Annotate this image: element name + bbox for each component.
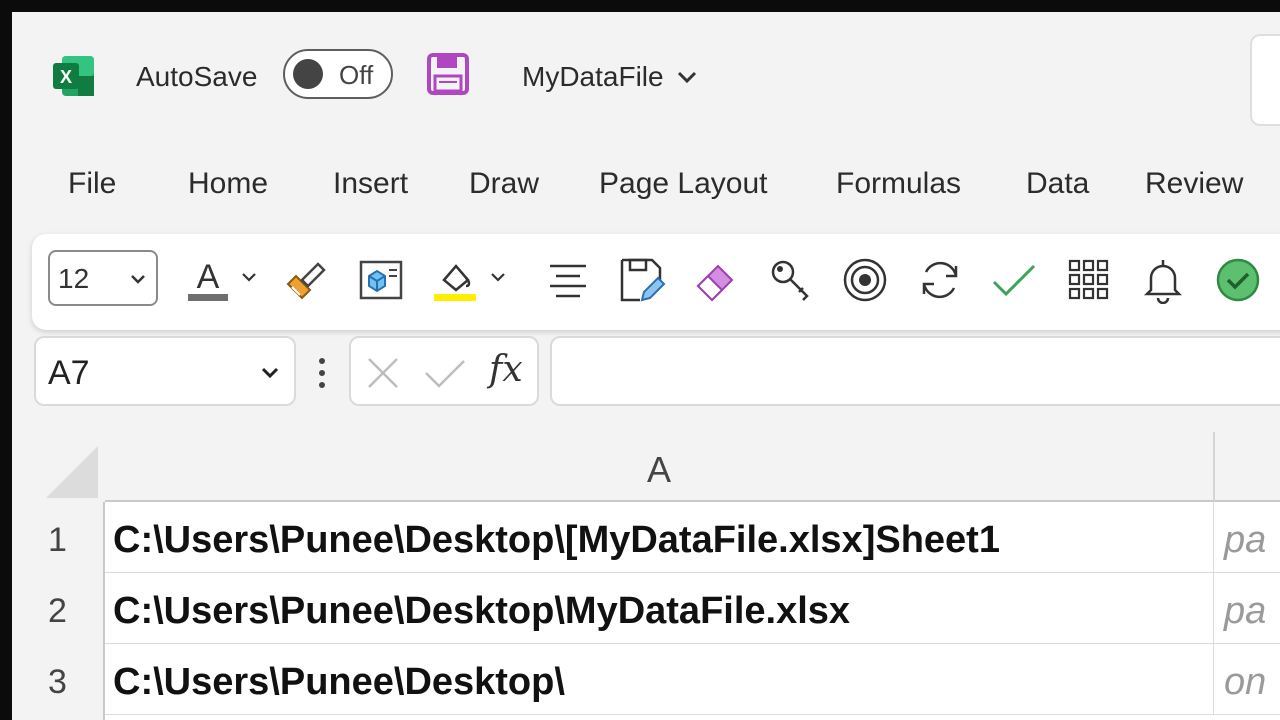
formula-bar: A7 fx xyxy=(12,334,1280,406)
excel-window: X AutoSave Off MyDataFile File Home Inse… xyxy=(12,12,1280,720)
more-options-icon[interactable] xyxy=(316,356,328,390)
spreadsheet-grid: A 1 C:\Users\Punee\Desktop\[MyDataFile.x… xyxy=(12,432,1280,720)
cancel-icon[interactable] xyxy=(365,355,401,391)
row-header[interactable] xyxy=(12,715,105,720)
fill-color-icon[interactable] xyxy=(432,256,480,304)
name-box-value: A7 xyxy=(48,354,90,392)
format-painter-icon[interactable] xyxy=(282,256,330,304)
autosave-toggle[interactable]: Off xyxy=(283,49,393,99)
eraser-icon[interactable] xyxy=(692,256,740,304)
3d-model-icon[interactable] xyxy=(357,256,405,304)
cell-b1[interactable]: pa xyxy=(1213,502,1280,573)
cell-a1[interactable]: C:\Users\Punee\Desktop\[MyDataFile.xlsx]… xyxy=(105,502,1213,573)
search-box[interactable] xyxy=(1250,34,1280,126)
chevron-down-icon[interactable] xyxy=(240,270,258,284)
name-box[interactable]: A7 xyxy=(34,336,296,406)
key-icon[interactable] xyxy=(767,256,815,304)
row-header[interactable]: 3 xyxy=(12,644,105,715)
align-center-icon[interactable] xyxy=(544,256,592,304)
chevron-down-icon xyxy=(131,275,145,284)
font-size-value: 12 xyxy=(58,263,90,294)
autosave-label: AutoSave xyxy=(136,61,258,92)
select-all-triangle-icon xyxy=(46,446,98,498)
toggle-knob xyxy=(293,59,323,89)
tab-draw[interactable]: Draw xyxy=(469,162,539,206)
grid-icon[interactable] xyxy=(1065,256,1113,304)
row-header[interactable]: 1 xyxy=(12,502,105,573)
title-bar: X AutoSave Off MyDataFile xyxy=(12,12,1280,132)
cell-b3[interactable]: on xyxy=(1213,644,1280,715)
formula-input[interactable] xyxy=(550,336,1280,406)
svg-text:A: A xyxy=(197,258,220,296)
ribbon-tabs: File Home Insert Draw Page Layout Formul… xyxy=(12,162,1280,206)
cell-a3[interactable]: C:\Users\Punee\Desktop\ xyxy=(105,644,1213,715)
column-header-b[interactable] xyxy=(1213,432,1280,502)
tab-data[interactable]: Data xyxy=(1026,162,1089,206)
tab-page-layout[interactable]: Page Layout xyxy=(599,162,767,206)
save-as-icon[interactable] xyxy=(618,256,666,304)
approved-icon[interactable] xyxy=(1214,256,1262,304)
cell-b2[interactable]: pa xyxy=(1213,573,1280,644)
filename-dropdown[interactable]: MyDataFile xyxy=(522,61,698,93)
bell-icon[interactable] xyxy=(1139,256,1187,304)
font-size-select[interactable]: 12 xyxy=(48,250,158,306)
tab-file[interactable]: File xyxy=(68,162,116,206)
cell-a2[interactable]: C:\Users\Punee\Desktop\MyDataFile.xlsx xyxy=(105,573,1213,644)
formula-actions: fx xyxy=(349,336,539,406)
svg-text:X: X xyxy=(60,67,72,87)
tab-review[interactable]: Review xyxy=(1145,162,1243,206)
column-header-a[interactable]: A xyxy=(105,432,1213,502)
tab-home[interactable]: Home xyxy=(188,162,268,206)
save-icon[interactable] xyxy=(426,52,470,96)
chevron-down-icon xyxy=(261,367,279,379)
filename-label: MyDataFile xyxy=(522,61,664,92)
excel-logo-icon[interactable]: X xyxy=(52,54,96,98)
font-color-icon[interactable]: A xyxy=(184,256,232,304)
refresh-icon[interactable] xyxy=(916,256,964,304)
ribbon-toolbar: 12 A xyxy=(32,234,1280,330)
select-all-corner[interactable] xyxy=(12,432,105,502)
autosave-state: Off xyxy=(339,60,374,90)
row-header[interactable]: 2 xyxy=(12,573,105,644)
chevron-down-icon xyxy=(677,71,696,84)
chevron-down-icon[interactable] xyxy=(489,270,507,284)
insert-function-button[interactable]: fx xyxy=(489,350,523,390)
tab-insert[interactable]: Insert xyxy=(333,162,408,206)
enter-check-icon[interactable] xyxy=(423,355,467,391)
tab-formulas[interactable]: Formulas xyxy=(836,162,961,206)
checkmark-icon[interactable] xyxy=(990,256,1038,304)
target-icon[interactable] xyxy=(841,256,889,304)
